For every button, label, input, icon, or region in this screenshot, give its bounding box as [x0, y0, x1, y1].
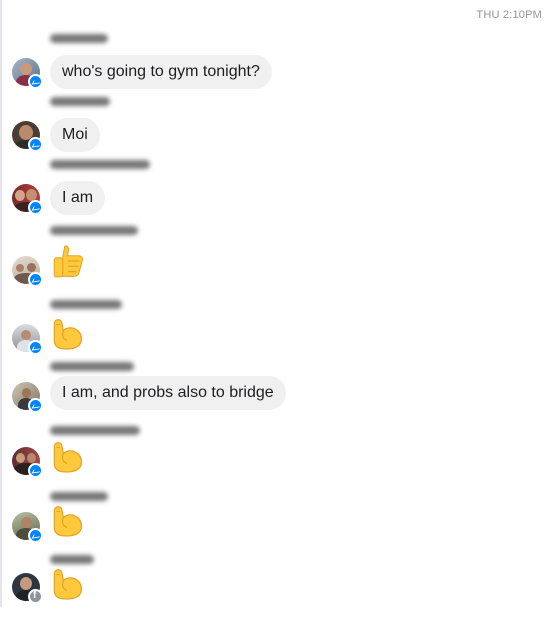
message-row — [0, 226, 552, 290]
message-row: I am — [0, 160, 552, 224]
thread-timestamp: THU 2:10PM — [476, 9, 542, 21]
sender-name-redacted — [50, 97, 110, 106]
avatar[interactable] — [12, 447, 43, 478]
message-row — [0, 555, 552, 619]
messenger-badge-icon — [28, 340, 43, 355]
flexed-biceps-emoji-icon — [53, 506, 83, 537]
thumbs-up-emoji-icon — [53, 245, 84, 278]
sender-name-redacted — [50, 492, 108, 501]
flexed-biceps-emoji-icon — [53, 569, 83, 600]
avatar[interactable] — [12, 121, 43, 152]
messenger-badge-icon — [28, 272, 43, 287]
sender-name-redacted — [50, 426, 140, 435]
message-bubble[interactable]: I am, and probs also to bridge — [50, 376, 286, 410]
message-row — [0, 300, 552, 364]
sender-name-redacted — [50, 226, 138, 235]
message-bubble[interactable]: who's going to gym tonight? — [50, 55, 272, 89]
sender-name-redacted — [50, 300, 122, 309]
avatar[interactable] — [12, 324, 43, 355]
messenger-badge-icon — [28, 74, 43, 89]
message-bubble[interactable]: Moi — [50, 118, 100, 152]
sender-name-redacted — [50, 555, 94, 564]
sender-name-redacted — [50, 34, 108, 43]
messenger-badge-icon — [28, 137, 43, 152]
message-bubble[interactable]: I am — [50, 181, 106, 215]
avatar[interactable] — [12, 512, 43, 543]
message-row — [0, 492, 552, 556]
message-row: who's going to gym tonight? — [0, 34, 552, 98]
avatar[interactable] — [12, 573, 43, 604]
messenger-badge-icon — [28, 200, 43, 215]
avatar[interactable] — [12, 382, 43, 413]
avatar[interactable] — [12, 58, 43, 89]
messenger-badge-icon — [28, 528, 43, 543]
message-row: Moi — [0, 97, 552, 161]
avatar[interactable] — [12, 184, 43, 215]
message-row: I am, and probs also to bridge — [0, 362, 552, 426]
flexed-biceps-emoji-icon — [53, 442, 83, 473]
facebook-badge-icon — [28, 589, 43, 604]
avatar[interactable] — [12, 256, 43, 287]
sender-name-redacted — [50, 160, 150, 169]
messenger-badge-icon — [28, 398, 43, 413]
messenger-badge-icon — [28, 463, 43, 478]
flexed-biceps-emoji-icon — [53, 319, 83, 350]
sender-name-redacted — [50, 362, 134, 371]
message-row — [0, 426, 552, 490]
